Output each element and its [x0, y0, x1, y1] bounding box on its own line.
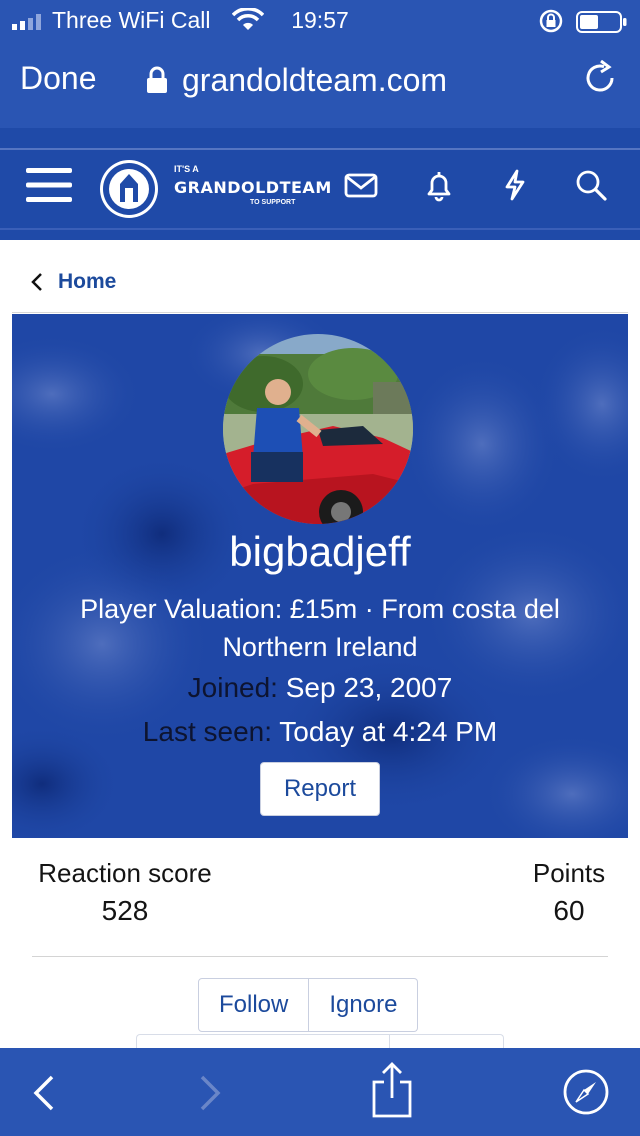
browser-toolbar	[0, 1048, 640, 1136]
address-field[interactable]: grandoldteam.com	[146, 58, 447, 102]
brand-line-1: IT'S A	[174, 164, 199, 174]
browser-chrome: Three WiFi Call 19:57 Done grandoldteam.…	[0, 0, 640, 128]
url-bar: Done grandoldteam.com	[0, 52, 640, 112]
joined-label: Joined:	[187, 672, 278, 703]
brand-line-2: GRANDOLDTEAM	[174, 178, 332, 197]
page-content: Home bigbadjeff Player Valuation: £15m ·…	[0, 240, 640, 1048]
profile-username: bigbadjeff	[229, 528, 411, 575]
joined-value: Sep 23, 2007	[285, 672, 453, 703]
partially-hidden-button-group[interactable]	[136, 1034, 504, 1048]
club-crest-logo[interactable]	[98, 158, 160, 220]
breadcrumb-home-link[interactable]: Home	[58, 270, 116, 294]
last-seen-value: Today at 4:24 PM	[279, 716, 498, 747]
report-button[interactable]: Report	[260, 762, 380, 816]
chevron-left-icon	[31, 273, 42, 291]
brand-line-3: TO SUPPORT	[250, 199, 296, 206]
lightning-icon[interactable]	[498, 168, 532, 202]
reaction-score-label: Reaction score	[38, 858, 212, 888]
last-seen-row: Last seen: Today at 4:24 PM	[12, 716, 628, 748]
profile-valuation: Player Valuation: £15m · From costa del …	[80, 594, 560, 662]
reaction-score-value: 528	[101, 895, 149, 926]
ignore-button[interactable]: Ignore	[309, 978, 419, 1032]
menu-icon[interactable]	[26, 166, 72, 204]
compass-icon[interactable]	[562, 1068, 610, 1116]
forward-arrow-icon[interactable]	[198, 1074, 224, 1112]
divider	[12, 312, 628, 313]
done-button[interactable]: Done	[20, 60, 97, 97]
back-arrow-icon[interactable]	[30, 1074, 56, 1112]
profile-action-buttons: Follow Ignore	[198, 978, 419, 1032]
points-label: Points	[532, 858, 606, 888]
bell-icon[interactable]	[422, 168, 456, 202]
mail-icon[interactable]	[344, 168, 378, 202]
site-brand[interactable]: IT'S A GRANDOLDTEAM TO SUPPORT	[174, 164, 332, 206]
site-header: IT'S A GRANDOLDTEAM TO SUPPORT	[0, 128, 640, 240]
points-value: 60	[553, 895, 585, 926]
search-icon[interactable]	[574, 168, 608, 202]
last-seen-label: Last seen:	[142, 716, 272, 747]
points-stat: Points 60	[520, 858, 618, 927]
url-text: grandoldteam.com	[182, 61, 448, 98]
follow-button[interactable]: Follow	[198, 978, 310, 1032]
orientation-lock-icon	[539, 9, 563, 33]
profile-stats: Reaction score 528 Points 60	[0, 858, 640, 938]
reaction-score-stat: Reaction score 528	[32, 858, 218, 927]
padlock-icon	[147, 66, 167, 93]
status-bar: Three WiFi Call 19:57	[0, 0, 640, 44]
button-divider	[389, 1035, 390, 1048]
header-divider	[0, 148, 640, 150]
share-icon[interactable]	[370, 1062, 414, 1118]
divider	[32, 956, 608, 957]
header-divider	[0, 228, 640, 230]
profile-banner: bigbadjeff Player Valuation: £15m · From…	[12, 314, 628, 838]
battery-icon	[576, 11, 627, 33]
joined-row: Joined: Sep 23, 2007	[12, 672, 628, 704]
user-avatar[interactable]	[223, 334, 413, 524]
breadcrumb[interactable]: Home	[30, 270, 116, 294]
reload-icon[interactable]	[582, 60, 618, 96]
